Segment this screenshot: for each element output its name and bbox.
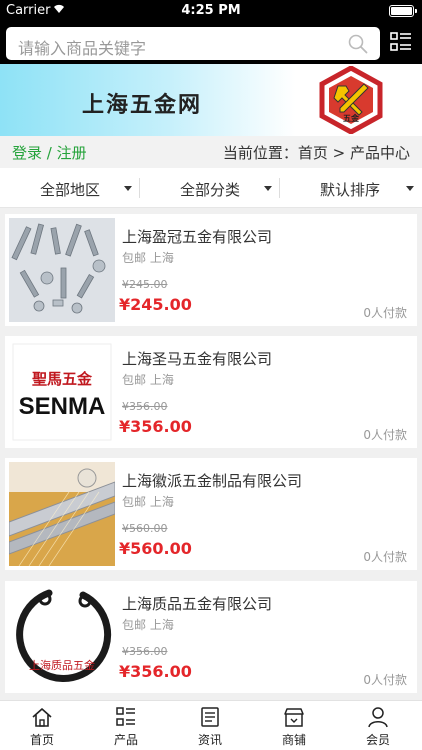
login-register-link[interactable]: 登录 / 注册 [12, 142, 87, 163]
product-price: ¥356.00 [119, 662, 192, 681]
product-shipping-location: 包邮 上海 [122, 251, 174, 265]
product-shipping-location: 包邮 上海 [122, 618, 174, 632]
list-icon [116, 707, 135, 726]
product-card[interactable]: 上海徽派五金制品有限公司 包邮 上海 ¥560.00 ¥560.00 0人付款 [5, 458, 417, 570]
tab-member-label: 会员 [365, 733, 390, 747]
bottom-tab-bar: 首页 产品 资讯 商铺 会员 [0, 700, 422, 750]
filter-category-label: 全部分类 [180, 181, 241, 199]
product-title[interactable]: 上海盈冠五金有限公司 [122, 226, 272, 247]
home-icon [32, 708, 52, 727]
chevron-down-icon [124, 186, 132, 191]
site-banner: 上海五金网 五金 [0, 64, 422, 136]
product-original-price: ¥356.00 [122, 645, 168, 658]
chevron-down-icon [406, 186, 414, 191]
filter-category[interactable]: 全部分类 [140, 168, 280, 208]
tab-products-label: 产品 [113, 733, 138, 747]
filter-sort-label: 默认排序 [320, 181, 381, 199]
product-card[interactable]: 上海盈冠五金有限公司 包邮 上海 ¥245.00 ¥245.00 0人付款 [5, 214, 417, 326]
product-price: ¥356.00 [119, 417, 192, 436]
status-time: 4:25 PM [181, 3, 241, 18]
tab-home-label: 首页 [29, 733, 54, 747]
filter-bar: 全部地区 全部分类 默认排序 [0, 168, 422, 208]
user-icon [368, 707, 388, 728]
tab-products[interactable]: 产品 [84, 701, 168, 750]
filter-sort[interactable]: 默认排序 [282, 168, 422, 208]
search-header: 请输入商品关键字 [0, 22, 422, 64]
product-card[interactable]: 聖馬五金 SENMA 上海圣马五金有限公司 包邮 上海 ¥356.00 ¥356… [5, 336, 417, 448]
news-icon [201, 707, 219, 727]
product-original-price: ¥560.00 [122, 522, 168, 535]
tab-member[interactable]: 会员 [336, 701, 420, 750]
product-image[interactable] [9, 462, 115, 566]
tab-news-label: 资讯 [197, 733, 222, 747]
product-title[interactable]: 上海徽派五金制品有限公司 [122, 470, 302, 491]
product-card[interactable]: 上海质品五金 上海质品五金有限公司 包邮 上海 ¥356.00 ¥356.00 … [5, 581, 417, 693]
tab-stores-label: 商铺 [281, 733, 306, 747]
product-shipping-location: 包邮 上海 [122, 373, 174, 387]
filter-region-label: 全部地区 [40, 181, 101, 199]
location-bar: 登录 / 注册 当前位置：首页 > 产品中心 [0, 136, 422, 168]
product-buyer-count: 0人付款 [363, 306, 407, 320]
site-brand-name: 上海五金网 [82, 92, 203, 118]
tab-news[interactable]: 资讯 [168, 701, 252, 750]
search-input[interactable]: 请输入商品关键字 [6, 27, 380, 60]
product-image[interactable] [9, 218, 115, 322]
product-price: ¥560.00 [119, 539, 192, 558]
product-title[interactable]: 上海圣马五金有限公司 [122, 348, 272, 369]
product-buyer-count: 0人付款 [363, 550, 407, 564]
search-icon[interactable] [348, 34, 368, 54]
battery-icon [389, 5, 417, 17]
category-menu-icon[interactable] [390, 31, 412, 53]
search-placeholder: 请输入商品关键字 [18, 39, 147, 58]
product-shipping-location: 包邮 上海 [122, 495, 174, 509]
senma-brand-en: SENMA [19, 393, 106, 420]
tab-home[interactable]: 首页 [0, 701, 84, 750]
filter-region[interactable]: 全部地区 [0, 168, 140, 208]
product-image[interactable]: 聖馬五金 SENMA [9, 340, 115, 444]
hardware-logo-icon: 五金 [319, 66, 383, 134]
product-original-price: ¥356.00 [122, 400, 168, 413]
product-original-price: ¥245.00 [122, 278, 168, 291]
product-title[interactable]: 上海质品五金有限公司 [122, 593, 272, 614]
product-buyer-count: 0人付款 [363, 673, 407, 687]
store-icon [284, 708, 304, 727]
breadcrumb: 当前位置：首页 > 产品中心 [222, 144, 410, 162]
product-image[interactable]: 上海质品五金 [9, 585, 115, 689]
product-buyer-count: 0人付款 [363, 428, 407, 442]
chevron-down-icon [264, 186, 272, 191]
ring-watermark: 上海质品五金 [29, 658, 95, 672]
tab-stores[interactable]: 商铺 [252, 701, 336, 750]
senma-brand-cn: 聖馬五金 [32, 370, 93, 388]
product-price: ¥245.00 [119, 295, 192, 314]
logo-text: 五金 [343, 113, 360, 123]
status-bar: Carrier 4:25 PM [0, 0, 422, 22]
